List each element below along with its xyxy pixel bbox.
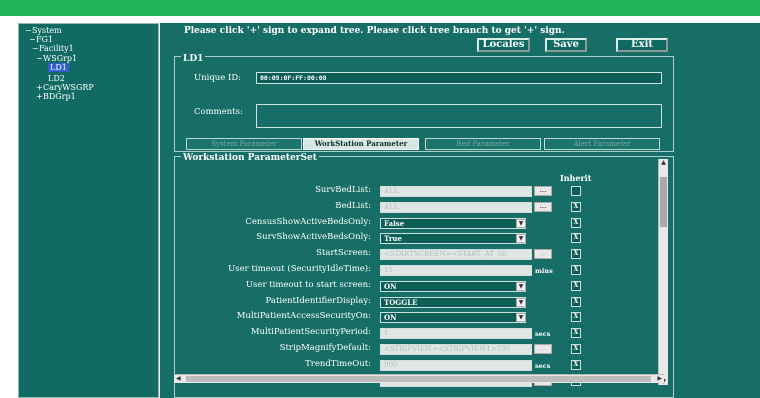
parameter-value-field[interactable]: 15 xyxy=(380,265,532,276)
chevron-down-icon[interactable]: ▼ xyxy=(516,282,526,291)
comments-field[interactable] xyxy=(256,104,662,128)
parameter-label: BedList: xyxy=(335,201,371,211)
unit-label: secs xyxy=(535,330,551,338)
parameter-value-field[interactable]: TOGGLE xyxy=(380,297,526,308)
arrow-up-icon[interactable]: ▲ xyxy=(659,159,668,166)
parameter-value-field[interactable]: <STARTSCREEN><START_AT_SE xyxy=(380,249,532,260)
expand-icon[interactable]: + xyxy=(36,83,43,92)
inherit-header: Inherit xyxy=(560,173,592,183)
navigation-tree: −System −FG1 −Facility1 −WSGrp1 LD1 LD2 +CaryW… xyxy=(18,23,159,398)
inherit-checkbox[interactable]: X xyxy=(571,344,581,354)
tree-item-label: BDGrp1 xyxy=(43,92,76,101)
parameter-value-field[interactable]: 900 xyxy=(380,360,532,371)
tree-item[interactable]: LD1 xyxy=(41,63,69,72)
inherit-checkbox[interactable]: X xyxy=(571,328,581,338)
chevron-down-icon[interactable]: ▼ xyxy=(516,234,526,243)
ellipsis-icon[interactable]: ... xyxy=(534,186,552,196)
collapse-icon[interactable]: − xyxy=(32,44,39,53)
instruction-text: Please click '+' sign to expand tree. Pl… xyxy=(184,26,565,36)
chevron-down-icon[interactable]: ▼ xyxy=(516,298,526,307)
collapse-icon[interactable]: − xyxy=(25,26,32,35)
tab-parameter[interactable]: Bed Parameter xyxy=(425,138,541,150)
save-button[interactable]: Save xyxy=(545,38,587,52)
inherit-checkbox[interactable]: X xyxy=(571,360,581,370)
tab-parameter[interactable]: Alert Parameter xyxy=(544,138,660,150)
unique-id-label: Unique ID: xyxy=(194,73,242,83)
inherit-checkbox[interactable]: X xyxy=(571,218,581,228)
parameter-value-field[interactable]: ON xyxy=(380,312,526,323)
inherit-checkbox[interactable]: X xyxy=(571,233,581,243)
arrow-left-icon[interactable]: ◀ xyxy=(176,375,181,382)
parameter-value-field[interactable]: ON xyxy=(380,281,526,292)
unique-id-field[interactable]: 00:09:0F:FF:00:08 xyxy=(256,72,662,84)
arrow-right-icon[interactable]: ▶ xyxy=(657,375,662,382)
tree-item-label: WSGrp1 xyxy=(43,54,78,63)
comments-label: Comments: xyxy=(194,107,243,117)
vertical-scrollbar[interactable]: ▲ ▼ xyxy=(658,159,668,385)
top-banner xyxy=(0,0,760,16)
parameter-label: User timeout to start screen: xyxy=(245,280,371,290)
tree-item-label: FG1 xyxy=(36,35,54,44)
ellipsis-icon[interactable]: ... xyxy=(534,202,552,212)
inherit-checkbox[interactable] xyxy=(571,186,581,196)
parameter-label: MultiPatientSecurityPeriod: xyxy=(250,327,371,337)
vertical-scroll-thumb[interactable] xyxy=(660,177,667,227)
exit-button[interactable]: Exit xyxy=(616,38,668,52)
parameter-label: MultiPatientAccessSecurityOn: xyxy=(236,311,371,321)
parameter-list: Inherit SurvBedList: ALL... BedList: ALL...… xyxy=(174,158,674,395)
inherit-checkbox[interactable]: X xyxy=(571,312,581,322)
tree-item[interactable]: −WSGrp1 xyxy=(36,54,77,63)
tree-item-label: Facility1 xyxy=(39,44,74,53)
horizontal-scroll-thumb[interactable] xyxy=(186,376,651,382)
collapse-icon[interactable]: − xyxy=(36,54,43,63)
parameter-value-field[interactable]: <STRIPVIEW><STRIPVIEW1>730 xyxy=(380,344,532,355)
unit-label: secs xyxy=(535,362,551,370)
parameter-value-field[interactable]: ALL xyxy=(380,202,532,213)
tree-item[interactable]: −Facility1 xyxy=(32,44,74,53)
tree-item[interactable]: −System xyxy=(25,26,62,35)
inherit-checkbox[interactable]: X xyxy=(571,249,581,259)
chevron-down-icon[interactable]: ▼ xyxy=(516,313,526,322)
parameter-label: SurvShowActiveBedsOnly: xyxy=(256,232,371,242)
collapse-icon[interactable]: − xyxy=(29,35,36,44)
device-group-title: LD1 xyxy=(181,54,206,64)
inherit-checkbox[interactable]: X xyxy=(571,297,581,307)
parameter-label: StartScreen: xyxy=(316,248,371,258)
parameter-label: SurvBedList: xyxy=(315,185,371,195)
tree-item-label: LD1 xyxy=(48,63,69,72)
tree-item[interactable]: +CaryWSGRP xyxy=(36,83,94,92)
tree-item[interactable]: −FG1 xyxy=(29,35,53,44)
ellipsis-icon[interactable]: ... xyxy=(534,344,552,354)
inherit-checkbox[interactable]: X xyxy=(571,202,581,212)
inherit-checkbox[interactable]: X xyxy=(571,281,581,291)
ellipsis-icon[interactable]: ... xyxy=(534,249,552,259)
parameter-value-field[interactable]: ALL xyxy=(380,186,532,197)
inherit-checkbox[interactable]: X xyxy=(571,265,581,275)
expand-icon[interactable]: + xyxy=(36,92,43,101)
parameter-label: TrendTimeOut: xyxy=(305,359,371,369)
tab-parameter[interactable]: System Parameter xyxy=(186,138,302,150)
tree-item[interactable]: LD2 xyxy=(41,74,65,83)
tree-item[interactable]: +BDGrp1 xyxy=(36,92,76,101)
tree-item-label: LD2 xyxy=(48,74,65,83)
tab-parameter[interactable]: WorkStation Parameter xyxy=(303,138,419,150)
parameter-value-field[interactable]: False xyxy=(380,218,526,229)
tree-item-label: CaryWSGRP xyxy=(43,83,94,92)
tree-item-label: System xyxy=(32,26,62,35)
horizontal-scrollbar[interactable]: ◀ ▶ xyxy=(174,374,664,383)
unit-label: mins xyxy=(535,267,553,275)
locales-button[interactable]: Locales xyxy=(477,38,530,52)
parameter-label: CensusShowActiveBedsOnly: xyxy=(245,217,371,227)
chevron-down-icon[interactable]: ▼ xyxy=(516,219,526,228)
main-panel: Please click '+' sign to expand tree. Pl… xyxy=(160,23,760,398)
parameter-value-field[interactable]: True xyxy=(380,233,526,244)
parameter-label: PatientIdentifierDisplay: xyxy=(265,296,371,306)
parameter-label: StripMagnifyDefault: xyxy=(279,343,371,353)
parameter-value-field[interactable]: 1 xyxy=(380,328,532,339)
parameter-label: User timeout (SecurityIdleTime): xyxy=(228,264,371,274)
